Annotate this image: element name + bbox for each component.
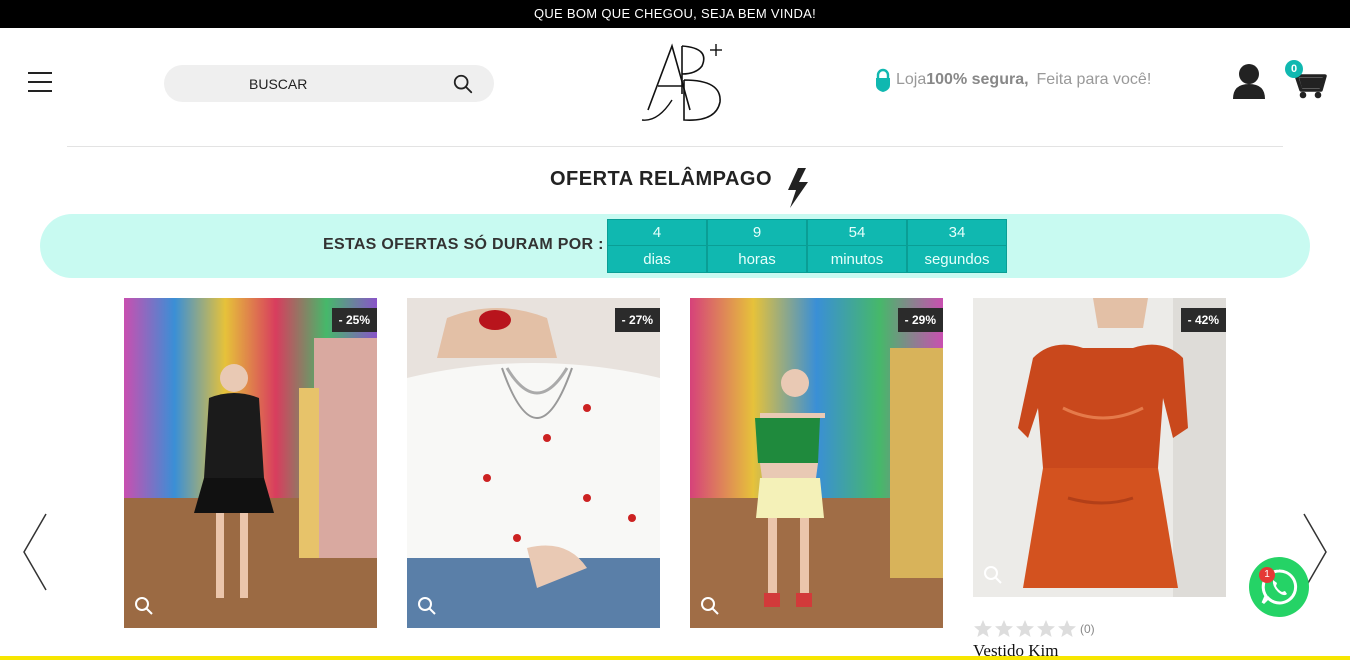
countdown-bar: ESTAS OFERTAS SÓ DURAM POR : 4 dias 9 ho… <box>40 214 1310 278</box>
zoom-icon[interactable] <box>700 596 720 616</box>
timer-value: 9 <box>708 220 806 246</box>
review-count: (0) <box>1080 622 1095 636</box>
slogan: Feita para você! <box>1036 71 1152 88</box>
product-card[interactable]: - 29% <box>690 298 943 628</box>
timer-unit: segundos <box>924 251 990 268</box>
discount-badge: - 42% <box>1180 308 1226 332</box>
rating-stars: (0) <box>973 619 1226 639</box>
search-box <box>164 65 494 102</box>
zoom-icon[interactable] <box>983 565 1003 585</box>
header-divider <box>67 146 1283 147</box>
star-icon <box>1058 620 1076 637</box>
star-icon <box>974 620 992 637</box>
site-header: Loja 100% segura, Feita para você! 0 <box>0 28 1350 148</box>
product-image[interactable]: - 27% <box>407 298 660 628</box>
user-account-icon[interactable] <box>1232 63 1266 99</box>
star-icon <box>1016 620 1034 637</box>
menu-icon[interactable] <box>28 72 52 92</box>
timer-hours: 9 horas <box>707 219 807 273</box>
bottom-accent-strip <box>0 656 1350 660</box>
timer-value: 34 <box>908 220 1006 246</box>
star-icon <box>995 620 1013 637</box>
carousel-prev-arrow[interactable] <box>20 512 50 592</box>
countdown-timer: 4 dias 9 horas 54 minutos 34 segundos <box>607 219 1007 273</box>
discount-badge: - 25% <box>331 308 377 332</box>
star-icon <box>1037 620 1055 637</box>
notification-badge: 1 <box>1259 567 1275 583</box>
timer-seconds: 34 segundos <box>907 219 1007 273</box>
discount-badge: - 27% <box>614 308 660 332</box>
timer-unit: horas <box>738 251 776 268</box>
discount-badge: - 29% <box>897 308 943 332</box>
zoom-icon[interactable] <box>417 596 437 616</box>
countdown-label: ESTAS OFERTAS SÓ DURAM POR : <box>323 236 604 253</box>
timer-days: 4 dias <box>607 219 707 273</box>
timer-minutes: 54 minutos <box>807 219 907 273</box>
product-image[interactable]: - 25% <box>124 298 377 628</box>
timer-unit: dias <box>643 251 671 268</box>
flash-sale-title: OFERTA RELÂMPAGO <box>549 168 773 190</box>
product-card[interactable]: - 42% (0) Vestido Kim <box>973 298 1226 661</box>
product-image[interactable]: - 29% <box>690 298 943 628</box>
timer-unit: minutos <box>830 251 884 268</box>
zoom-icon[interactable] <box>134 596 154 616</box>
cart-count-badge: 0 <box>1285 60 1303 78</box>
store-logo[interactable] <box>640 40 730 124</box>
secure-bold: 100% segura, <box>926 71 1029 88</box>
secure-prefix: Loja <box>896 71 927 88</box>
whatsapp-chat-button[interactable] <box>1249 557 1309 617</box>
section-title: OFERTA RELÂMPAGO <box>0 168 1350 191</box>
lock-icon <box>876 68 890 92</box>
search-input[interactable] <box>164 65 444 102</box>
product-image[interactable]: - 42% <box>973 298 1226 597</box>
search-icon[interactable] <box>452 73 474 95</box>
product-card[interactable]: - 25% <box>124 298 377 628</box>
product-card[interactable]: - 27% <box>407 298 660 628</box>
timer-value: 4 <box>608 220 706 246</box>
announcement-bar: QUE BOM QUE CHEGOU, SEJA BEM VINDA! <box>0 0 1350 28</box>
secure-store-badge: Loja 100% segura, Feita para você! <box>874 68 1151 92</box>
timer-value: 54 <box>808 220 906 246</box>
lightning-bolt-icon <box>788 168 808 208</box>
